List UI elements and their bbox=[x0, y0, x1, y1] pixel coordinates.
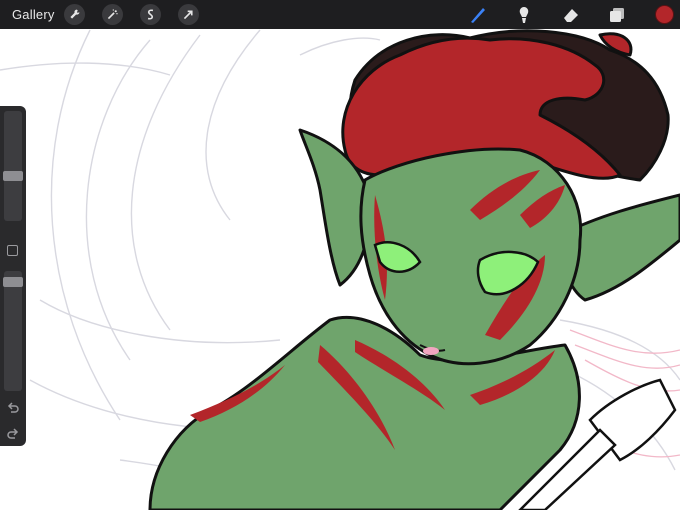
layers-icon[interactable] bbox=[606, 4, 628, 26]
redo-icon[interactable] bbox=[6, 427, 20, 441]
brush-size-thumb[interactable] bbox=[3, 171, 23, 181]
drawing-canvas[interactable] bbox=[0, 0, 680, 510]
color-swatch[interactable] bbox=[655, 5, 674, 24]
gallery-button[interactable]: Gallery bbox=[12, 7, 55, 22]
transform-arrow-icon[interactable] bbox=[178, 4, 199, 25]
opacity-slider[interactable] bbox=[3, 271, 23, 391]
brush-icon[interactable] bbox=[467, 4, 489, 26]
smudge-icon[interactable] bbox=[513, 4, 535, 26]
tongue bbox=[423, 347, 439, 355]
modify-button[interactable] bbox=[7, 245, 18, 256]
brush-size-slider[interactable] bbox=[3, 111, 23, 221]
wrench-icon[interactable] bbox=[64, 4, 85, 25]
selection-icon[interactable] bbox=[140, 4, 161, 25]
opacity-thumb[interactable] bbox=[3, 276, 23, 287]
left-sidebar bbox=[0, 106, 26, 446]
top-toolbar: Gallery bbox=[0, 0, 680, 29]
undo-icon[interactable] bbox=[6, 401, 20, 415]
magic-wand-icon[interactable] bbox=[102, 4, 123, 25]
eraser-icon[interactable] bbox=[560, 4, 582, 26]
